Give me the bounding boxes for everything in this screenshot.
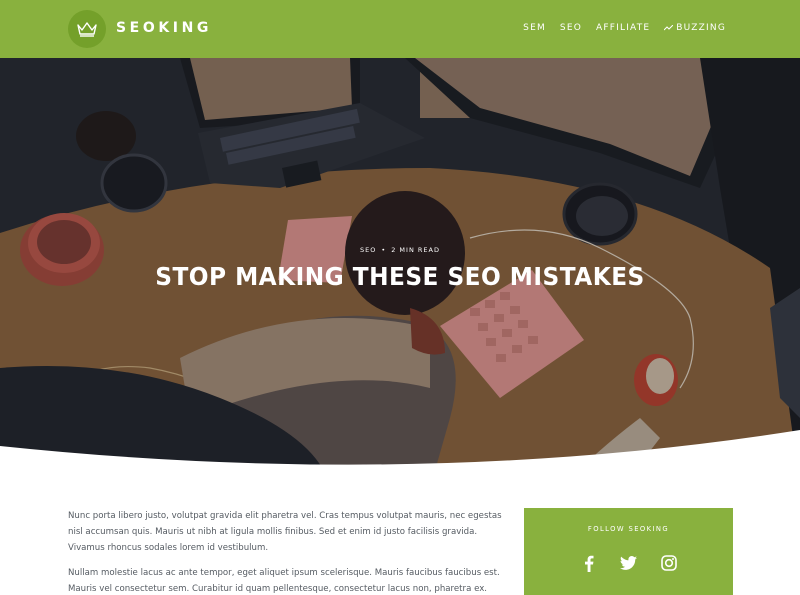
instagram-link[interactable] [660, 554, 678, 572]
post-read-time: 2 MIN READ [391, 246, 440, 254]
follow-widget: FOLLOW SEOKING [524, 508, 733, 595]
follow-label: FOLLOW SEOKING [587, 525, 670, 533]
trending-icon [664, 25, 674, 31]
site-header: SEOKING SEM SEO AFFILIATE BUZZING [0, 0, 800, 58]
crown-icon [77, 22, 97, 37]
twitter-link[interactable] [620, 554, 638, 572]
social-links [524, 554, 733, 572]
post-title[interactable]: STOP MAKING THESE SEO MISTAKES [28, 262, 772, 291]
facebook-link[interactable] [580, 554, 598, 572]
meta-separator: • [381, 246, 387, 254]
post-category[interactable]: SEO [360, 246, 376, 254]
hero-wave [0, 430, 800, 488]
hero-banner[interactable]: SEO • 2 MIN READ STOP MAKING THESE SEO MIS… [0, 58, 800, 488]
brand-name[interactable]: SEOKING [116, 20, 212, 36]
instagram-icon [660, 555, 677, 571]
nav-item-buzzing-label: BUZZING [676, 23, 726, 33]
twitter-icon [620, 556, 637, 570]
facebook-icon [584, 555, 593, 572]
article-paragraph: Nullam molestie lacus ac ante tempor, eg… [68, 568, 500, 594]
post-meta: SEO • 2 MIN READ [0, 246, 800, 254]
nav-item-seo[interactable]: SEO [560, 23, 582, 33]
logo-badge[interactable] [68, 10, 106, 48]
nav-item-buzzing[interactable]: BUZZING [664, 23, 726, 33]
nav-item-affiliate[interactable]: AFFILIATE [596, 23, 650, 33]
article-body: Nunc porta libero justo, volutpat gravid… [68, 508, 506, 595]
article-paragraph: Nunc porta libero justo, volutpat gravid… [68, 511, 502, 553]
main-nav: SEM SEO AFFILIATE BUZZING [523, 23, 726, 33]
nav-item-sem[interactable]: SEM [523, 23, 546, 33]
